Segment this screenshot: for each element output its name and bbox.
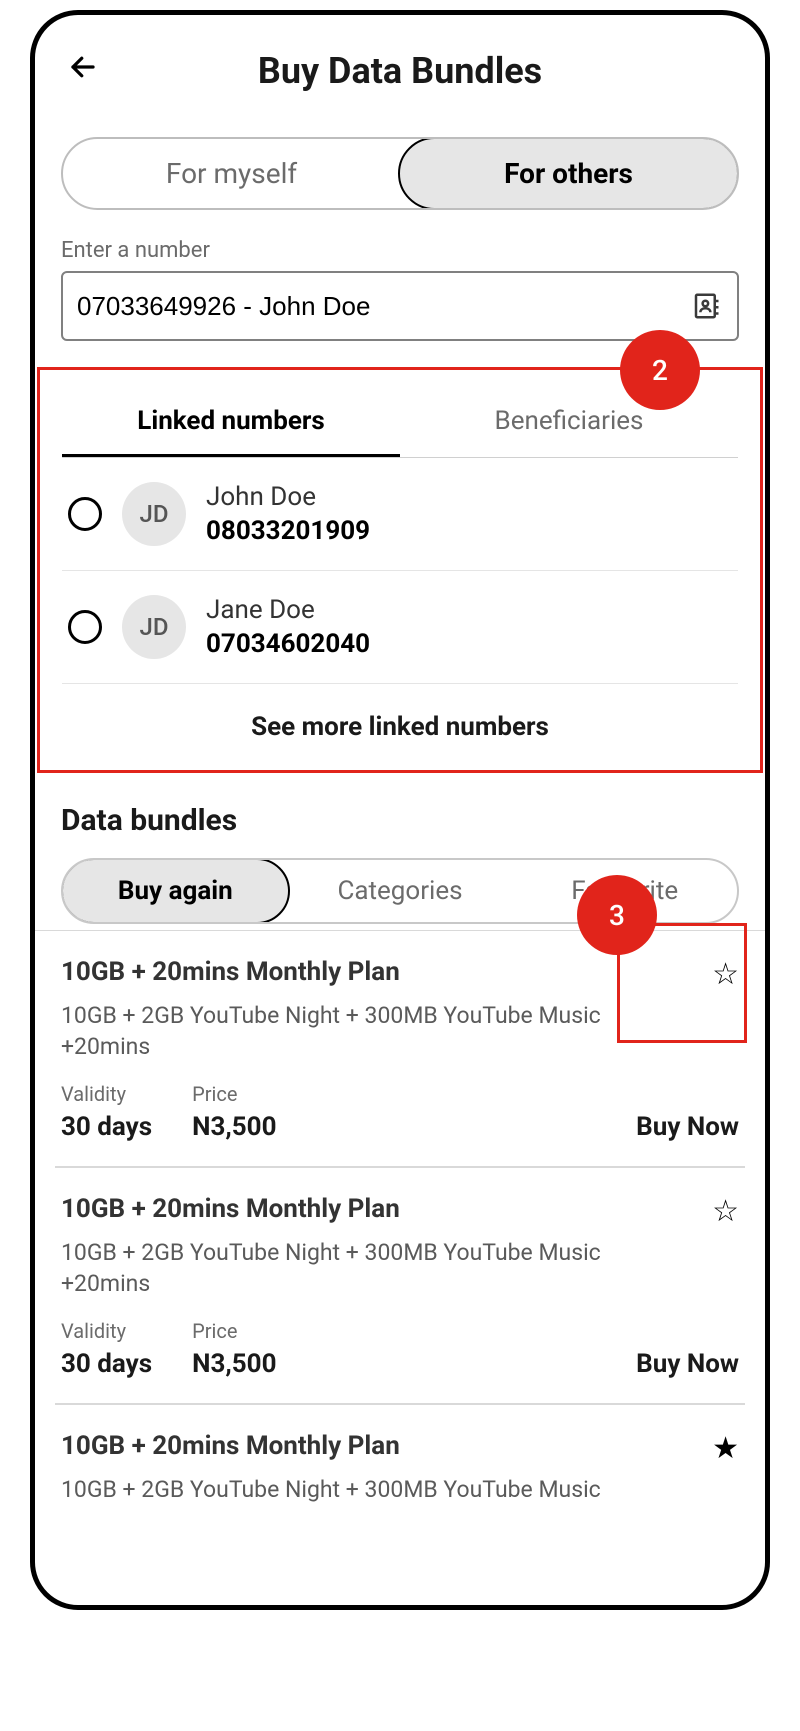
number-input-label: Enter a number (61, 238, 739, 263)
number-input[interactable] (77, 291, 689, 322)
contacts-icon[interactable] (689, 289, 723, 323)
phone-frame: Buy Data Bundles For myself For others E… (30, 10, 770, 1610)
contact-name: John Doe (206, 482, 370, 512)
back-button[interactable] (61, 49, 105, 93)
bundle-card: 10GB + 20mins Monthly Plan ★ 10GB + 2GB … (55, 1405, 745, 1529)
bundle-card: 3 10GB + 20mins Monthly Plan ☆ 10GB + 2G… (55, 931, 745, 1168)
bundles-section-title: Data bundles (61, 803, 739, 838)
buy-now-button[interactable]: Buy Now (636, 1349, 739, 1379)
app-header: Buy Data Bundles (55, 41, 745, 121)
annotation-2-box: 2 Linked numbers Beneficiaries JD John D… (37, 367, 763, 773)
contact-text: Jane Doe 07034602040 (206, 595, 370, 659)
pill-categories[interactable]: Categories (288, 860, 513, 922)
bundle-description: 10GB + 2GB YouTube Night + 300MB YouTube… (61, 1474, 601, 1505)
validity-value: 30 days (61, 1112, 152, 1142)
bundle-title: 10GB + 20mins Monthly Plan (61, 957, 400, 987)
price-value: N3,500 (192, 1112, 276, 1142)
arrow-left-icon (68, 51, 98, 91)
annotation-3-badge: 3 (577, 875, 657, 955)
contact-number: 08033201909 (206, 516, 370, 546)
tab-linked-numbers[interactable]: Linked numbers (62, 390, 400, 457)
price-label: Price (192, 1319, 276, 1343)
annotation-2-badge: 2 (620, 330, 700, 410)
contact-name: Jane Doe (206, 595, 370, 625)
bundle-description: 10GB + 2GB YouTube Night + 300MB YouTube… (61, 1237, 601, 1299)
bundle-description: 10GB + 2GB YouTube Night + 300MB YouTube… (61, 1000, 601, 1062)
segment-for-others[interactable]: For others (398, 137, 739, 210)
star-outline-icon: ☆ (712, 1194, 739, 1229)
validity-label: Validity (61, 1082, 152, 1106)
contact-row[interactable]: JD John Doe 08033201909 (62, 458, 738, 571)
bundle-card: 10GB + 20mins Monthly Plan ☆ 10GB + 2GB … (55, 1168, 745, 1405)
price-value: N3,500 (192, 1349, 276, 1379)
favourite-toggle[interactable]: ☆ (712, 957, 739, 992)
number-input-wrap (61, 271, 739, 341)
favourite-toggle[interactable]: ☆ (712, 1194, 739, 1229)
star-filled-icon: ★ (712, 1431, 739, 1466)
contact-row[interactable]: JD Jane Doe 07034602040 (62, 571, 738, 684)
validity-value: 30 days (61, 1349, 152, 1379)
page-title: Buy Data Bundles (105, 50, 739, 92)
bundle-title: 10GB + 20mins Monthly Plan (61, 1194, 400, 1224)
contact-text: John Doe 08033201909 (206, 482, 370, 546)
star-outline-icon: ☆ (712, 957, 739, 992)
radio-unselected[interactable] (68, 497, 102, 531)
pill-buy-again[interactable]: Buy again (61, 858, 290, 924)
recipient-segmented: For myself For others (61, 137, 739, 210)
validity-label: Validity (61, 1319, 152, 1343)
favourite-toggle[interactable]: ★ (712, 1431, 739, 1466)
segment-for-myself[interactable]: For myself (63, 139, 400, 208)
tab-beneficiaries[interactable]: Beneficiaries (400, 390, 738, 457)
app-screen: Buy Data Bundles For myself For others E… (35, 15, 765, 1605)
buy-now-button[interactable]: Buy Now (636, 1112, 739, 1142)
avatar: JD (122, 482, 186, 546)
bundle-meta: Validity 30 days Price N3,500 (61, 1082, 277, 1142)
bundle-title: 10GB + 20mins Monthly Plan (61, 1431, 400, 1461)
radio-unselected[interactable] (68, 610, 102, 644)
see-more-link[interactable]: See more linked numbers (62, 684, 738, 752)
avatar: JD (122, 595, 186, 659)
price-label: Price (192, 1082, 276, 1106)
bundle-meta: Validity 30 days Price N3,500 (61, 1319, 277, 1379)
contact-number: 07034602040 (206, 629, 370, 659)
